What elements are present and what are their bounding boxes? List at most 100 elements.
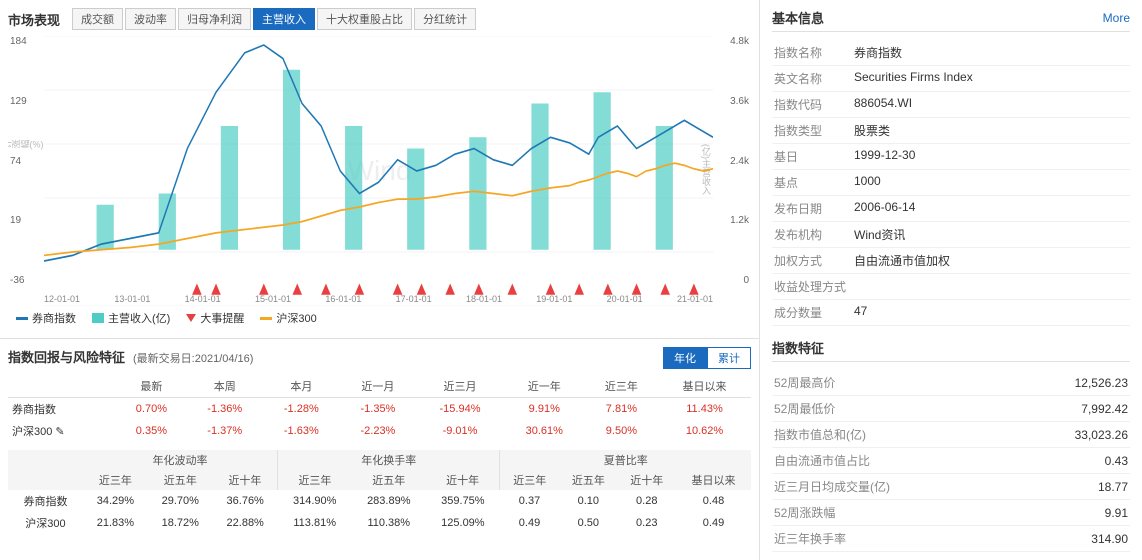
- stats-row: 自由流通市值占比 0.43: [772, 448, 1130, 474]
- info-row: 成分数量 47: [772, 300, 1130, 326]
- basic-info-table: 指数名称 券商指数 英文名称 Securities Firms Index 指数…: [772, 40, 1130, 326]
- risk-sub-since-sharpe: 基日以来: [676, 470, 751, 490]
- col-3m: 近三月: [416, 375, 504, 398]
- risk-cell: 0.49: [500, 512, 559, 534]
- market-title: 市场表现: [8, 10, 60, 29]
- stats-label: 近三月日均成交量(亿): [772, 474, 892, 500]
- risk-sub-5y-sharpe: 近五年: [559, 470, 617, 490]
- info-row: 指数类型 股票类: [772, 118, 1130, 144]
- stats-label: 自由流通市值占比: [772, 448, 892, 474]
- table-row: 沪深300 ✎ 0.35% -1.37% -1.63% -2.23% -9.01…: [8, 420, 751, 442]
- info-value: 自由流通市值加权: [852, 248, 1130, 274]
- toggle-annualized[interactable]: 年化: [663, 347, 707, 369]
- info-value: Wind资讯: [852, 222, 1130, 248]
- risk-cell: 125.09%: [426, 512, 500, 534]
- cell-quanshang-week: -1.36%: [186, 398, 263, 421]
- cell-hushen-month: -1.63%: [263, 420, 340, 442]
- cell-quanshang-3y: 7.81%: [585, 398, 658, 421]
- stats-row: 近三年换手率 314.90: [772, 526, 1130, 552]
- table-row: 券商指数 0.70% -1.36% -1.28% -1.35% -15.94% …: [8, 398, 751, 421]
- cell-hushen-3m: -9.01%: [416, 420, 504, 442]
- legend-dashitijing: 大事提醒: [186, 310, 244, 326]
- stats-value: 18.77: [892, 474, 1130, 500]
- tab-zhuyingshouru[interactable]: 主营收入: [253, 8, 315, 30]
- x-axis: 12-01-01 13-01-01 14-01-01 15-01-01 16-0…: [44, 294, 713, 304]
- legend-label-hushen300: 沪深300: [276, 310, 316, 326]
- y-axis-left: 184 129 74 19 -36: [10, 36, 42, 286]
- stats-label: 52周最低价: [772, 396, 892, 422]
- return-title: 指数回报与风险特征: [8, 347, 125, 366]
- stats-value: 7,992.42: [892, 396, 1130, 422]
- cell-hushen-latest: 0.35%: [116, 420, 186, 442]
- legend-hushen300: 沪深300: [260, 310, 316, 326]
- risk-cell: 283.89%: [352, 490, 426, 512]
- tab-chengjiaoe[interactable]: 成交额: [72, 8, 123, 30]
- risk-cell: 110.38%: [352, 512, 426, 534]
- stats-row: 52周最高价 12,526.23: [772, 370, 1130, 396]
- legend-label-quanshang: 券商指数: [32, 310, 76, 326]
- info-row: 收益处理方式: [772, 274, 1130, 300]
- info-value: 2006-06-14: [852, 196, 1130, 222]
- row-label-hushen300: 沪深300 ✎: [8, 420, 116, 442]
- index-stats-section: 指数特征 52周最高价 12,526.23 52周最低价 7,992.42 指数…: [772, 338, 1130, 552]
- tab-fenhong[interactable]: 分红统计: [414, 8, 476, 30]
- risk-sub-10y-turn: 近十年: [426, 470, 500, 490]
- info-row: 基日 1999-12-30: [772, 144, 1130, 170]
- annualized-toggle: 年化 累计: [663, 347, 751, 369]
- info-row: 英文名称 Securities Firms Index: [772, 66, 1130, 92]
- info-label: 基点: [772, 170, 852, 196]
- risk-sub-3y-vol: 近三年: [83, 470, 148, 490]
- tab-bodonglu[interactable]: 波动率: [125, 8, 176, 30]
- risk-table: 年化波动率 年化换手率 夏普比率 近三年 近五年 近十年 近三年 近五年 近十年…: [8, 450, 751, 534]
- legend-zhuyingshouru: 主营收入(亿): [92, 310, 170, 326]
- basic-info-title: 基本信息: [772, 8, 824, 27]
- risk-cell: 18.72%: [148, 512, 213, 534]
- col-name: [8, 375, 116, 398]
- stats-table: 52周最高价 12,526.23 52周最低价 7,992.42 指数市值总和(…: [772, 370, 1130, 552]
- legend-quanshang: 券商指数: [16, 310, 76, 326]
- stats-value: 314.90: [892, 526, 1130, 552]
- legend-label-zhuyingshouru: 主营收入(亿): [108, 310, 170, 326]
- toggle-cumulative[interactable]: 累计: [707, 347, 751, 369]
- row-label-quanshang: 券商指数: [8, 398, 116, 421]
- risk-cell: 36.76%: [213, 490, 278, 512]
- info-value: 47: [852, 300, 1130, 326]
- y-axis-right: 4.8k 3.6k 2.4k 1.2k 0: [714, 36, 749, 286]
- info-label: 指数类型: [772, 118, 852, 144]
- risk-cell: 0.10: [559, 490, 617, 512]
- col-month: 本月: [263, 375, 340, 398]
- table-row: 券商指数 34.29% 29.70% 36.76% 314.90% 283.89…: [8, 490, 751, 512]
- risk-row-hushen: 沪深300: [8, 512, 83, 534]
- stats-label: 指数市值总和(亿): [772, 422, 892, 448]
- info-row: 发布日期 2006-06-14: [772, 196, 1130, 222]
- col-1y: 近一年: [504, 375, 585, 398]
- risk-cell: 34.29%: [83, 490, 148, 512]
- cell-hushen-3y: 9.50%: [585, 420, 658, 442]
- risk-col-volatility: 年化波动率: [83, 450, 278, 470]
- return-risk-section: 指数回报与风险特征 (最新交易日:2021/04/16) 年化 累计 最新 本周…: [0, 339, 759, 542]
- info-label: 发布机构: [772, 222, 852, 248]
- info-value: 券商指数: [852, 40, 1130, 66]
- legend-triangle-red: [186, 314, 196, 322]
- info-value: 股票类: [852, 118, 1130, 144]
- col-1m: 近一月: [340, 375, 417, 398]
- risk-cell: 0.49: [676, 512, 751, 534]
- info-label: 成分数量: [772, 300, 852, 326]
- stats-label: 52周最高价: [772, 370, 892, 396]
- more-link[interactable]: More: [1103, 11, 1130, 25]
- tab-shida[interactable]: 十大权重股占比: [317, 8, 412, 30]
- risk-cell: 22.88%: [213, 512, 278, 534]
- tab-guimu[interactable]: 归母净利润: [178, 8, 251, 30]
- info-value: 1000: [852, 170, 1130, 196]
- legend-bar-teal: [92, 313, 104, 323]
- info-label: 加权方式: [772, 248, 852, 274]
- cell-hushen-1m: -2.23%: [340, 420, 417, 442]
- market-tab-bar: 成交额 波动率 归母净利润 主营收入 十大权重股占比 分红统计: [72, 8, 476, 30]
- cell-hushen-1y: 30.61%: [504, 420, 585, 442]
- risk-cell: 0.23: [618, 512, 676, 534]
- risk-sub-5y-vol: 近五年: [148, 470, 213, 490]
- info-label: 基日: [772, 144, 852, 170]
- risk-col-sharpe: 夏普比率: [500, 450, 751, 470]
- stats-title: 指数特征: [772, 338, 1130, 362]
- stats-label: 52周涨跌幅: [772, 500, 892, 526]
